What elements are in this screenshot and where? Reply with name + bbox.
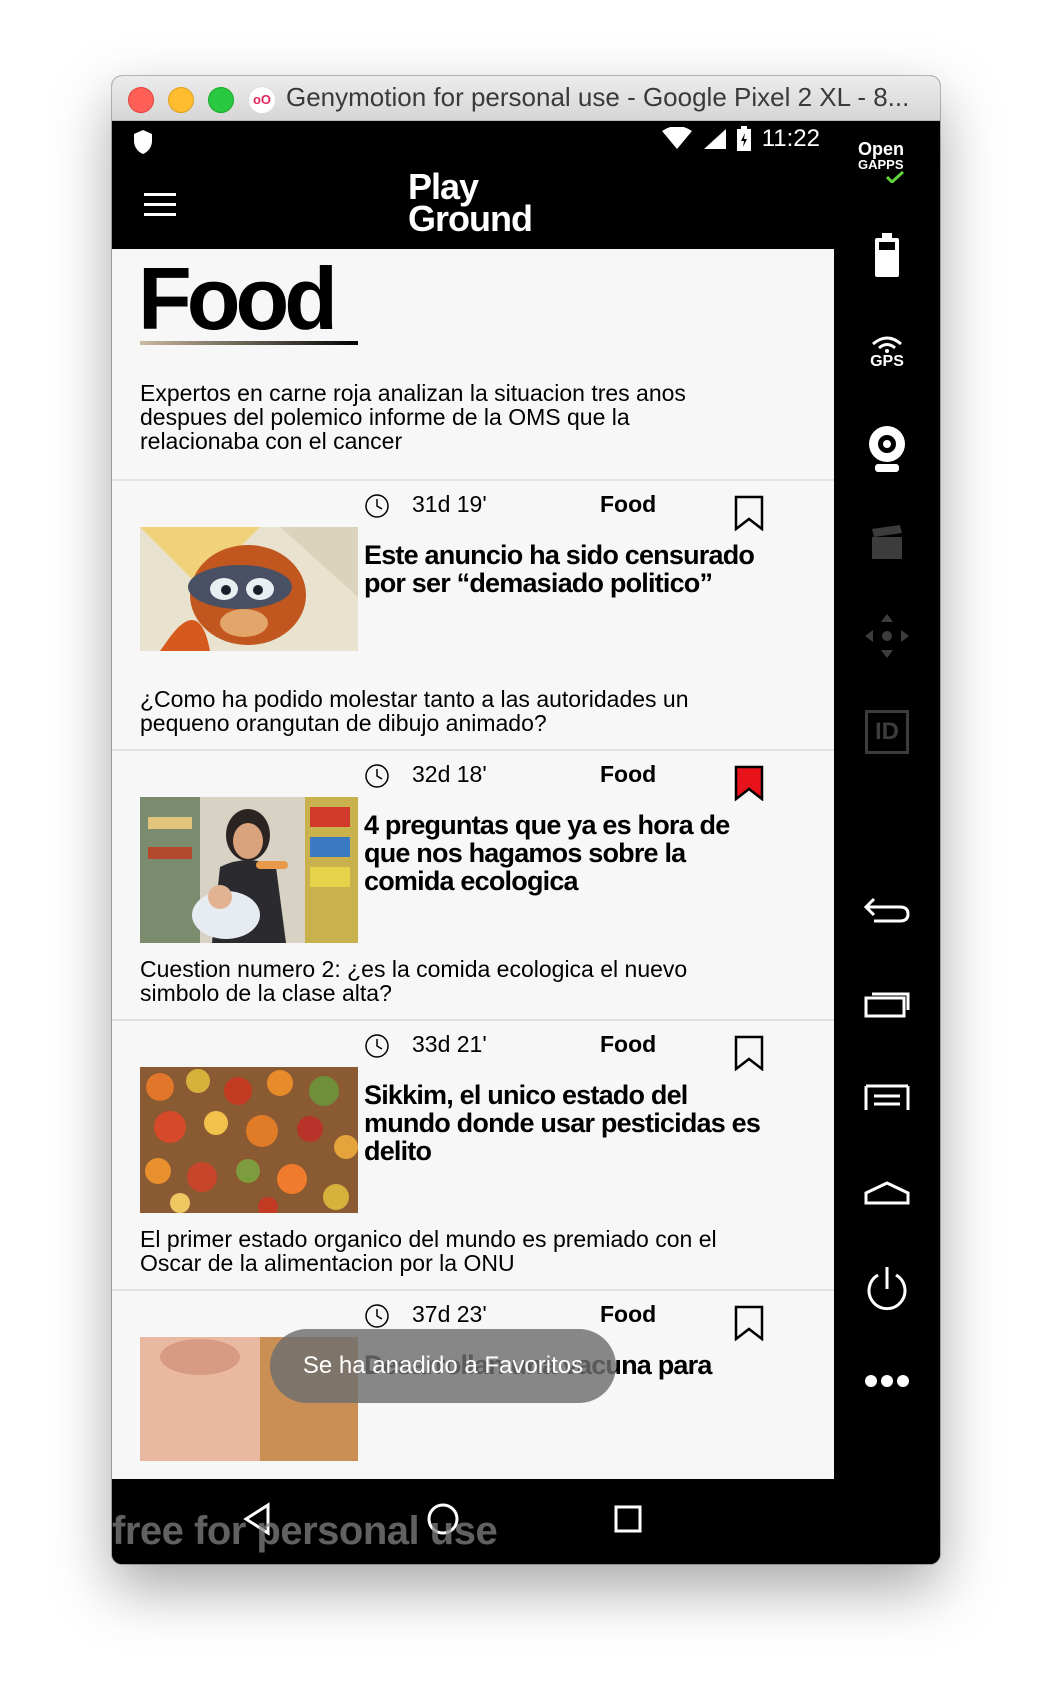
- check-icon: [886, 171, 904, 183]
- opengapps-button[interactable]: Open GAPPS: [858, 139, 905, 183]
- shield-icon: [134, 130, 152, 154]
- bookmark-icon[interactable]: [734, 495, 764, 531]
- article-description: Cuestion numero 2: ¿es la comida ecologi…: [140, 956, 688, 1006]
- article-description: ¿Como ha podido molestar tanto a las aut…: [140, 686, 689, 736]
- more-dots-icon: [865, 1375, 909, 1387]
- bookmark-icon[interactable]: [734, 1035, 764, 1071]
- favorites-toast: Se ha anadido a Favoritos: [270, 1329, 616, 1403]
- camera-widget-button[interactable]: [834, 419, 940, 479]
- status-time: 11:22: [761, 125, 820, 152]
- menu-button[interactable]: [834, 1073, 940, 1121]
- more-options-button[interactable]: [834, 1361, 940, 1401]
- dpad-widget-button[interactable]: [834, 609, 940, 663]
- genymotion-sidebar: Open GAPPS GPS ID: [834, 121, 940, 1564]
- dpad-arrows-icon: [865, 614, 909, 658]
- genymotion-logo-icon: oO: [248, 86, 276, 114]
- bookmark-icon[interactable]: [734, 1305, 764, 1341]
- id-icon: ID: [865, 710, 909, 754]
- section-title: Food: [138, 249, 338, 348]
- menu-icon[interactable]: [144, 193, 176, 217]
- article-category[interactable]: Food: [600, 1031, 656, 1058]
- close-window-button[interactable]: [128, 87, 154, 113]
- section-title-underline: [140, 341, 358, 345]
- back-button[interactable]: [834, 885, 940, 933]
- power-button[interactable]: [834, 1259, 940, 1319]
- battery-icon: [875, 233, 899, 277]
- opengapps-label-1: Open: [858, 139, 905, 159]
- clock-icon: [365, 1034, 389, 1058]
- zoom-window-button[interactable]: [208, 87, 234, 113]
- device-id-widget-button[interactable]: ID: [834, 705, 940, 759]
- status-bar: 11:22: [112, 121, 834, 167]
- article-card[interactable]: 32d 18' Food 4 preguntas que ya es hora …: [112, 751, 834, 1021]
- article-card[interactable]: 31d 19' Food Este anuncio ha sido censur…: [112, 481, 834, 751]
- wifi-icon: [661, 127, 692, 149]
- minimize-window-button[interactable]: [168, 87, 194, 113]
- clapperboard-icon: [872, 525, 902, 559]
- article-time: 37d 23': [412, 1301, 487, 1327]
- article-headline[interactable]: 4 preguntas que ya es hora de que nos ha…: [364, 811, 764, 895]
- webcam-icon: [869, 426, 905, 472]
- status-right: 11:22: [661, 125, 820, 153]
- genymotion-watermark: free for personal use: [112, 1509, 498, 1553]
- article-headline[interactable]: Sikkim, el unico estado del mundo donde …: [364, 1081, 764, 1165]
- gps-label: GPS: [870, 353, 904, 370]
- battery-widget-button[interactable]: [834, 227, 940, 283]
- article-card[interactable]: 33d 21' Food Sikkim, el unico estado del…: [112, 1021, 834, 1291]
- article-time: 33d 21': [412, 1031, 487, 1057]
- article-time: 31d 19': [412, 491, 487, 517]
- article-thumbnail-market[interactable]: [140, 1067, 358, 1213]
- clock-icon: [365, 494, 389, 518]
- clock-icon: [365, 764, 389, 788]
- screencast-widget-button[interactable]: [834, 517, 940, 567]
- menu-list-icon: [864, 1084, 910, 1110]
- phone-screen: 11:22 Play Ground Food Expertos en carne…: [112, 121, 834, 1564]
- home-icon: [864, 1181, 910, 1205]
- section-intro[interactable]: Expertos en carne roja analizan la situa…: [140, 381, 720, 453]
- recent-apps-icon: [864, 992, 910, 1018]
- recent-apps-button[interactable]: [834, 979, 940, 1027]
- back-arrow-icon: [864, 897, 910, 923]
- bookmark-filled-icon[interactable]: [734, 765, 764, 801]
- article-thumbnail-grocery[interactable]: [140, 797, 358, 943]
- app-bar: Play Ground: [112, 167, 834, 249]
- article-category[interactable]: Food: [600, 761, 656, 788]
- power-icon: [867, 1267, 907, 1311]
- home-button[interactable]: [834, 1169, 940, 1217]
- article-thumbnail-orangutan[interactable]: [140, 527, 358, 651]
- article-time: 32d 18': [412, 761, 487, 787]
- clock-icon: [365, 1304, 389, 1328]
- article-category[interactable]: Food: [600, 1301, 656, 1328]
- article-description: El primer estado organico del mundo es p…: [140, 1226, 717, 1276]
- window-title: Genymotion for personal use - Google Pix…: [286, 82, 910, 112]
- battery-charging-icon: [736, 126, 751, 151]
- recents-nav-icon[interactable]: [608, 1499, 648, 1539]
- signal-icon: [703, 129, 726, 149]
- window-titlebar: oO Genymotion for personal use - Google …: [112, 76, 940, 121]
- article-category[interactable]: Food: [600, 491, 656, 518]
- emulator-window: oO Genymotion for personal use - Google …: [112, 76, 940, 1564]
- article-headline[interactable]: Este anuncio ha sido censurado por ser “…: [364, 541, 764, 597]
- playground-logo[interactable]: Play Ground: [408, 169, 533, 239]
- article-feed[interactable]: Food Expertos en carne roja analizan la …: [112, 249, 834, 1479]
- gps-signal-icon: [872, 336, 902, 353]
- gps-widget-button[interactable]: GPS: [834, 323, 940, 383]
- logo-line-2: Ground: [408, 198, 533, 239]
